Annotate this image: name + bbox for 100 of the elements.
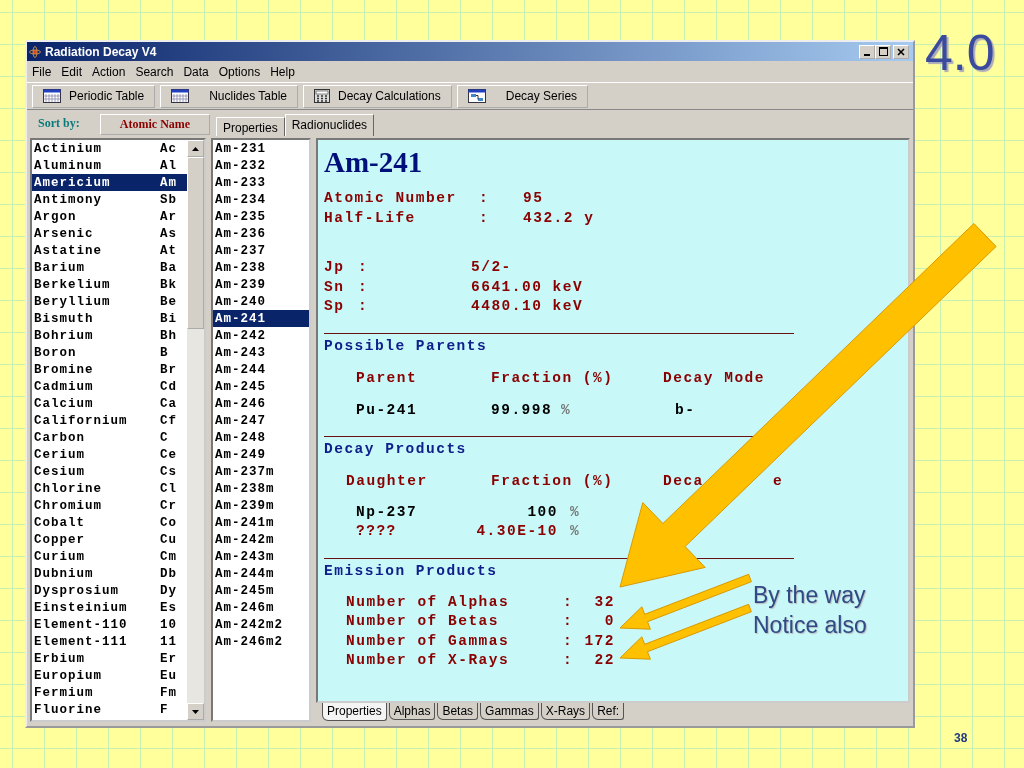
close-button[interactable] (893, 44, 909, 59)
toolbar-button[interactable]: Decay Calculations (303, 84, 452, 108)
tab[interactable]: Ref: (592, 703, 625, 720)
element-row[interactable]: Cadmium Cd (32, 378, 187, 395)
nuclide-item[interactable]: Am-238 (213, 259, 309, 276)
element-row[interactable]: Arsenic As (32, 225, 187, 242)
menu-item[interactable]: Action (92, 64, 126, 79)
nuclide-item[interactable]: Am-236 (213, 225, 309, 242)
element-symbol: Ar (160, 209, 177, 224)
element-symbol: Cd (160, 379, 177, 394)
element-symbol: At (160, 243, 177, 258)
menu-item[interactable]: Search (135, 64, 174, 79)
nuclide-item[interactable]: Am-235 (213, 208, 309, 225)
element-row[interactable]: Astatine At (32, 242, 187, 259)
nuclide-item[interactable]: Am-233 (213, 174, 309, 191)
nuclide-item[interactable]: Am-242m (213, 531, 309, 548)
nuclide-item[interactable]: Am-244m (213, 565, 309, 582)
nuclide-item[interactable]: Am-245 (213, 378, 309, 395)
tab[interactable]: Gammas (480, 703, 539, 720)
nuclide-item[interactable]: Am-242m2 (213, 616, 309, 633)
element-row[interactable]: Californium Cf (32, 412, 187, 429)
tab[interactable]: Properties (322, 703, 387, 721)
menu-item[interactable]: File (32, 64, 52, 79)
tab[interactable]: X-Rays (540, 703, 591, 720)
element-row[interactable]: Argon Ar (32, 208, 187, 225)
nuclide-item[interactable]: Am-248 (213, 429, 309, 446)
nuclide-item[interactable]: Am-240 (213, 293, 309, 310)
element-row[interactable]: Fluorine F (32, 701, 187, 718)
menu-item[interactable]: Help (270, 64, 295, 79)
element-row[interactable]: Antimony Sb (32, 191, 187, 208)
element-row[interactable]: Europium Eu (32, 667, 187, 684)
element-row[interactable]: Curium Cm (32, 548, 187, 565)
element-row[interactable]: Bohrium Bh (32, 327, 187, 344)
element-row[interactable]: Element-110 10 (32, 616, 187, 633)
menu-item[interactable]: Edit (61, 64, 83, 79)
element-symbol: 11 (160, 634, 177, 649)
nuclide-item[interactable]: Am-246m (213, 599, 309, 616)
nuclide-item[interactable]: Am-234 (213, 191, 309, 208)
element-name: Europium (34, 668, 103, 683)
nuclide-item[interactable]: Am-249 (213, 446, 309, 463)
element-row[interactable]: Americium Am (32, 174, 187, 191)
element-row[interactable]: Erbium Er (32, 650, 187, 667)
element-row[interactable]: Fermium Fm (32, 684, 187, 701)
element-row[interactable]: Carbon C (32, 429, 187, 446)
nuclide-item[interactable]: Am-246 (213, 395, 309, 412)
scroll-up-icon[interactable] (187, 140, 204, 157)
element-name: Fermium (34, 685, 95, 700)
element-row[interactable]: Berkelium Bk (32, 276, 187, 293)
element-row[interactable]: Cesium Cs (32, 463, 187, 480)
nuclide-item[interactable]: Am-237m (213, 463, 309, 480)
nuclide-item[interactable]: Am-239 (213, 276, 309, 293)
nuclide-item[interactable]: Am-242 (213, 327, 309, 344)
nuclide-item[interactable]: Am-232 (213, 157, 309, 174)
menu-item[interactable]: Options (218, 64, 261, 79)
element-row[interactable]: Cerium Ce (32, 446, 187, 463)
element-row[interactable]: Actinium Ac (32, 140, 187, 157)
nuclide-item[interactable]: Am-239m (213, 497, 309, 514)
tab[interactable]: Radionuclides (284, 114, 375, 136)
toolbar-button[interactable]: Periodic Table (32, 84, 156, 108)
element-row[interactable]: Dubnium Db (32, 565, 187, 582)
nuclide-item[interactable]: Am-237 (213, 242, 309, 259)
nuclide-item[interactable]: Am-238m (213, 480, 309, 497)
element-row[interactable]: Calcium Ca (32, 395, 187, 412)
toolbar-button[interactable]: Decay Series (456, 84, 589, 108)
nuclide-item[interactable]: Am-247 (213, 412, 309, 429)
nuclide-item[interactable]: Am-231 (213, 140, 309, 157)
property-value: 4480.10 keV (471, 297, 585, 316)
element-row[interactable]: Einsteinium Es (32, 599, 187, 616)
element-row[interactable]: Chromium Cr (32, 497, 187, 514)
tab[interactable]: Alphas (388, 703, 436, 720)
nuclide-item[interactable]: Am-246m2 (213, 633, 309, 650)
property-label: Atomic Number (324, 189, 458, 208)
element-row[interactable]: Barium Ba (32, 259, 187, 276)
tab[interactable]: Betas (437, 703, 479, 720)
nuclide-item[interactable]: Am-243 (213, 344, 309, 361)
maximize-button[interactable] (875, 44, 891, 59)
element-row[interactable]: Copper Cu (32, 531, 187, 548)
nuclide-item[interactable]: Am-245m (213, 582, 309, 599)
toolbar-button[interactable]: Nuclides Table (160, 84, 298, 108)
nuclide-item[interactable]: Am-243m (213, 548, 309, 565)
element-row[interactable]: Chlorine Cl (32, 480, 187, 497)
element-symbol: Cl (160, 481, 177, 496)
element-row[interactable]: Bismuth Bi (32, 310, 187, 327)
element-row[interactable]: Dysprosium Dy (32, 582, 187, 599)
tab[interactable]: Properties (216, 117, 285, 136)
menu-item[interactable]: Data (183, 64, 209, 79)
scroll-thumb[interactable] (187, 157, 204, 329)
scroll-down-icon[interactable] (187, 703, 204, 720)
element-row[interactable]: Aluminum Al (32, 157, 187, 174)
nuclide-item[interactable]: Am-241m (213, 514, 309, 531)
sort-button[interactable]: Atomic Name (100, 114, 210, 135)
element-row[interactable]: Element-111 11 (32, 633, 187, 650)
element-row[interactable]: Cobalt Co (32, 514, 187, 531)
nuclide-item[interactable]: Am-244 (213, 361, 309, 378)
nuclide-item[interactable]: Am-241 (213, 310, 309, 327)
minimize-button[interactable] (859, 44, 875, 59)
element-row[interactable]: Bromine Br (32, 361, 187, 378)
scrollbar[interactable] (187, 140, 204, 720)
element-row[interactable]: Beryllium Be (32, 293, 187, 310)
element-row[interactable]: Boron B (32, 344, 187, 361)
